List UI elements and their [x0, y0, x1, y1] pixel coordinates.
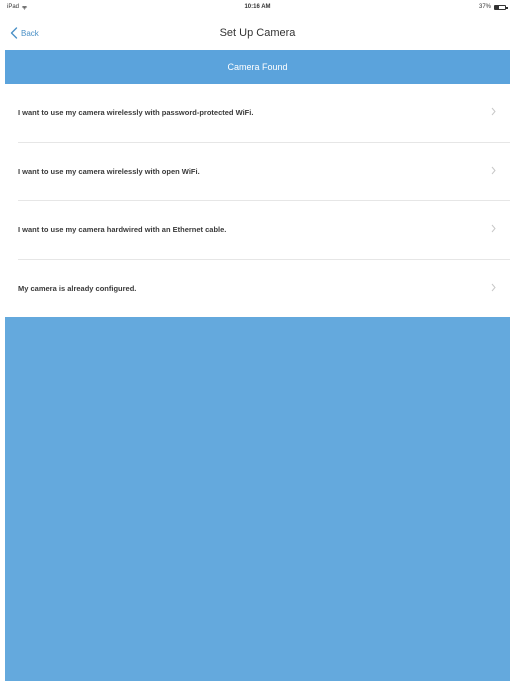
chevron-right-icon [491, 107, 496, 116]
navigation-bar: Back Set Up Camera [5, 16, 510, 50]
option-label: I want to use my camera hardwired with a… [18, 225, 227, 234]
chevron-right-icon [491, 166, 496, 175]
screen: iPad 10:16 AM 37% Back Set Up Camera Cam… [5, 0, 510, 681]
option-label: My camera is already configured. [18, 284, 137, 293]
banner-text: Camera Found [227, 62, 288, 72]
status-time: 10:16 AM [244, 4, 271, 10]
option-already-configured[interactable]: My camera is already configured. [5, 260, 510, 318]
option-password-wifi[interactable]: I want to use my camera wirelessly with … [5, 84, 510, 142]
option-label: I want to use my camera wirelessly with … [18, 167, 200, 176]
option-label: I want to use my camera wirelessly with … [18, 108, 254, 117]
chevron-right-icon [491, 224, 496, 233]
background-panel [5, 317, 510, 681]
page-title: Set Up Camera [219, 27, 296, 39]
option-ethernet[interactable]: I want to use my camera hardwired with a… [5, 201, 510, 259]
setup-options-list: I want to use my camera wirelessly with … [5, 84, 510, 317]
battery-percent: 37% [478, 4, 491, 10]
chevron-right-icon [491, 283, 496, 292]
battery-icon [494, 4, 508, 10]
camera-found-banner: Camera Found [5, 50, 510, 84]
option-open-wifi[interactable]: I want to use my camera wirelessly with … [5, 143, 510, 201]
status-bar: iPad 10:16 AM 37% [5, 0, 510, 16]
